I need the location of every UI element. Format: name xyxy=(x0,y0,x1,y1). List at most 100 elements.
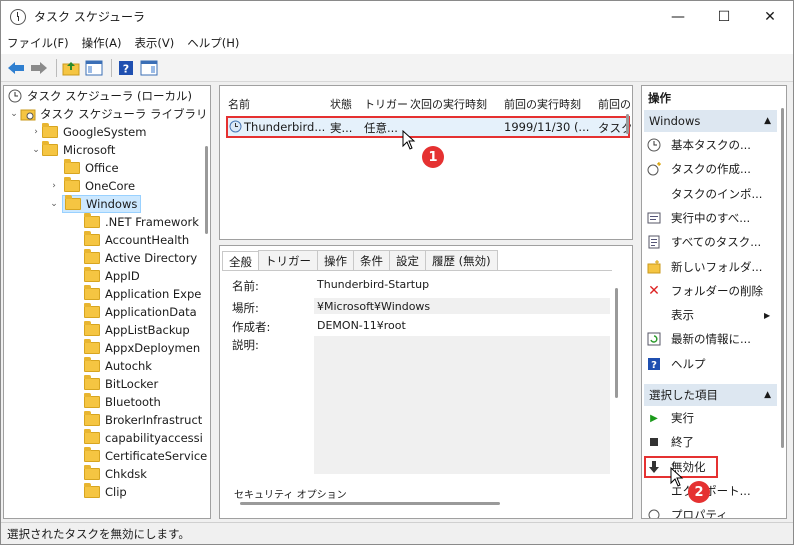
list-scrollbar[interactable] xyxy=(626,114,629,134)
tree-item[interactable]: AppID xyxy=(84,267,140,285)
close-button[interactable]: ✕ xyxy=(747,1,793,32)
task-description-field[interactable] xyxy=(314,336,610,474)
column-header-next-run[interactable]: 次回の実行時刻 xyxy=(410,96,487,112)
tree-item[interactable]: Autochk xyxy=(84,357,152,375)
action-item[interactable]: ? ヘルプ xyxy=(646,353,706,375)
show-hide-tree-button[interactable] xyxy=(84,58,104,78)
folder-up-icon xyxy=(62,61,80,75)
folder-icon xyxy=(84,411,100,426)
column-header-last-run[interactable]: 前回の実行時刻 xyxy=(504,96,581,112)
folder-icon xyxy=(64,159,80,174)
tab-actions[interactable]: 操作 xyxy=(317,250,354,270)
tree-item-onecore[interactable]: › OneCore xyxy=(48,177,135,195)
column-header-name[interactable]: 名前 xyxy=(228,96,250,112)
folder-icon xyxy=(42,123,58,138)
tree-item-microsoft[interactable]: ⌄ Microsoft xyxy=(30,141,115,159)
action-item[interactable]: 表示 ▶ xyxy=(646,304,770,326)
menu-action[interactable]: 操作(A) xyxy=(82,35,122,51)
action-item[interactable]: 終了 xyxy=(646,431,694,453)
action-label: プロパティ xyxy=(671,508,728,519)
column-header-last-result[interactable]: 前回の xyxy=(598,96,631,112)
action-item[interactable]: 基本タスクの... xyxy=(646,134,751,156)
actions-section-windows[interactable]: Windows ▲ xyxy=(644,110,777,132)
action-item[interactable]: 最新の情報に... xyxy=(646,328,751,350)
chevron-right-icon[interactable]: › xyxy=(30,127,42,137)
create-task-icon xyxy=(646,161,662,177)
tree-item[interactable]: Chkdsk xyxy=(84,465,147,483)
folder-icon xyxy=(84,231,100,246)
tab-conditions[interactable]: 条件 xyxy=(353,250,390,270)
tree-scrollbar[interactable] xyxy=(205,146,208,234)
minimize-button[interactable]: — xyxy=(655,1,701,32)
action-item[interactable]: ▶ 実行 xyxy=(646,407,694,429)
location-label: 場所: xyxy=(232,301,259,315)
tree-item[interactable]: Application Expe xyxy=(84,285,201,303)
column-header-status[interactable]: 状態 xyxy=(330,96,352,112)
folder-icon xyxy=(42,141,58,156)
navigation-tree: タスク スケジューラ (ローカル) ⌄ タスク スケジューラ ライブラリ › G… xyxy=(3,85,211,519)
tree-item-windows[interactable]: ⌄ Windows xyxy=(48,195,142,213)
action-label: 基本タスクの... xyxy=(671,138,751,152)
menu-help[interactable]: ヘルプ(H) xyxy=(187,35,239,51)
action-item[interactable]: タスクのインポ... xyxy=(646,183,762,205)
up-folder-button[interactable] xyxy=(61,58,81,78)
collapse-arrow-icon[interactable]: ▲ xyxy=(764,390,771,400)
tree-item[interactable]: Clip xyxy=(84,483,127,501)
chevron-down-icon[interactable]: ⌄ xyxy=(8,109,20,119)
tree-item[interactable]: AccountHealth xyxy=(84,231,189,249)
clock-icon xyxy=(10,8,26,25)
action-item[interactable]: プロパティ xyxy=(646,504,728,519)
action-item[interactable]: タスクの作成... xyxy=(646,158,751,180)
action-item[interactable]: ✕ フォルダーの削除 xyxy=(646,280,763,302)
tree-item-office[interactable]: Office xyxy=(64,159,119,177)
chevron-down-icon[interactable]: ⌄ xyxy=(30,145,42,155)
show-hide-action-pane-button[interactable] xyxy=(139,58,159,78)
action-item[interactable]: 実行中のすべ... xyxy=(646,207,750,229)
forward-button[interactable] xyxy=(29,58,49,78)
menu-view[interactable]: 表示(V) xyxy=(134,35,174,51)
tree-item[interactable]: BitLocker xyxy=(84,375,158,393)
panel-right-icon xyxy=(140,60,158,75)
action-label: ヘルプ xyxy=(671,356,706,371)
window-title: タスク スケジューラ xyxy=(34,10,145,24)
detail-hscrollbar[interactable] xyxy=(240,502,500,505)
menu-file[interactable]: ファイル(F) xyxy=(7,35,69,51)
tree-library[interactable]: ⌄ タスク スケジューラ ライブラリ xyxy=(8,105,208,123)
actions-scrollbar[interactable] xyxy=(781,108,784,448)
tree-item-label: AppID xyxy=(105,269,140,283)
tab-history[interactable]: 履歴 (無効) xyxy=(425,250,498,270)
task-name-field[interactable]: Thunderbird-Startup xyxy=(314,276,610,293)
tree-item[interactable]: ApplicationData xyxy=(84,303,197,321)
delete-icon: ✕ xyxy=(648,282,660,299)
tree-library-label: タスク スケジューラ ライブラリ xyxy=(40,107,208,121)
panel-icon xyxy=(85,60,103,75)
tree-item-label: CertificateService xyxy=(105,449,208,463)
actions-section-selected[interactable]: 選択した項目 ▲ xyxy=(644,384,777,406)
action-item[interactable]: すべてのタスク... xyxy=(646,231,761,253)
tree-root[interactable]: タスク スケジューラ (ローカル) xyxy=(8,87,192,105)
tree-item-label: ApplicationData xyxy=(105,305,197,319)
tree-item[interactable]: AppListBackup xyxy=(84,321,190,339)
back-button[interactable] xyxy=(6,58,26,78)
collapse-arrow-icon[interactable]: ▲ xyxy=(764,116,771,126)
tree-item[interactable]: .NET Framework xyxy=(84,213,199,231)
tab-settings[interactable]: 設定 xyxy=(389,250,426,270)
help-button[interactable]: ? xyxy=(116,58,136,78)
detail-scrollbar[interactable] xyxy=(615,288,618,398)
tree-item[interactable]: Bluetooth xyxy=(84,393,161,411)
column-header-trigger[interactable]: トリガー xyxy=(364,96,408,112)
tab-general[interactable]: 全般 xyxy=(222,251,259,271)
folder-icon xyxy=(84,321,100,336)
tree-item[interactable]: capabilityaccessi xyxy=(84,429,203,447)
tree-item-googlesystem[interactable]: › GoogleSystem xyxy=(30,123,146,141)
tree-item[interactable]: AppxDeploymen xyxy=(84,339,200,357)
chevron-down-icon[interactable]: ⌄ xyxy=(48,199,60,209)
maximize-button[interactable]: ☐ xyxy=(701,1,747,32)
tab-triggers[interactable]: トリガー xyxy=(258,250,318,270)
chevron-right-icon[interactable]: › xyxy=(48,181,60,191)
tree-item[interactable]: CertificateService xyxy=(84,447,207,465)
folder-icon xyxy=(84,213,100,228)
action-item[interactable]: 新しいフォルダ... xyxy=(646,256,762,278)
tree-item[interactable]: BrokerInfrastruct xyxy=(84,411,202,429)
tree-item[interactable]: Active Directory xyxy=(84,249,197,267)
